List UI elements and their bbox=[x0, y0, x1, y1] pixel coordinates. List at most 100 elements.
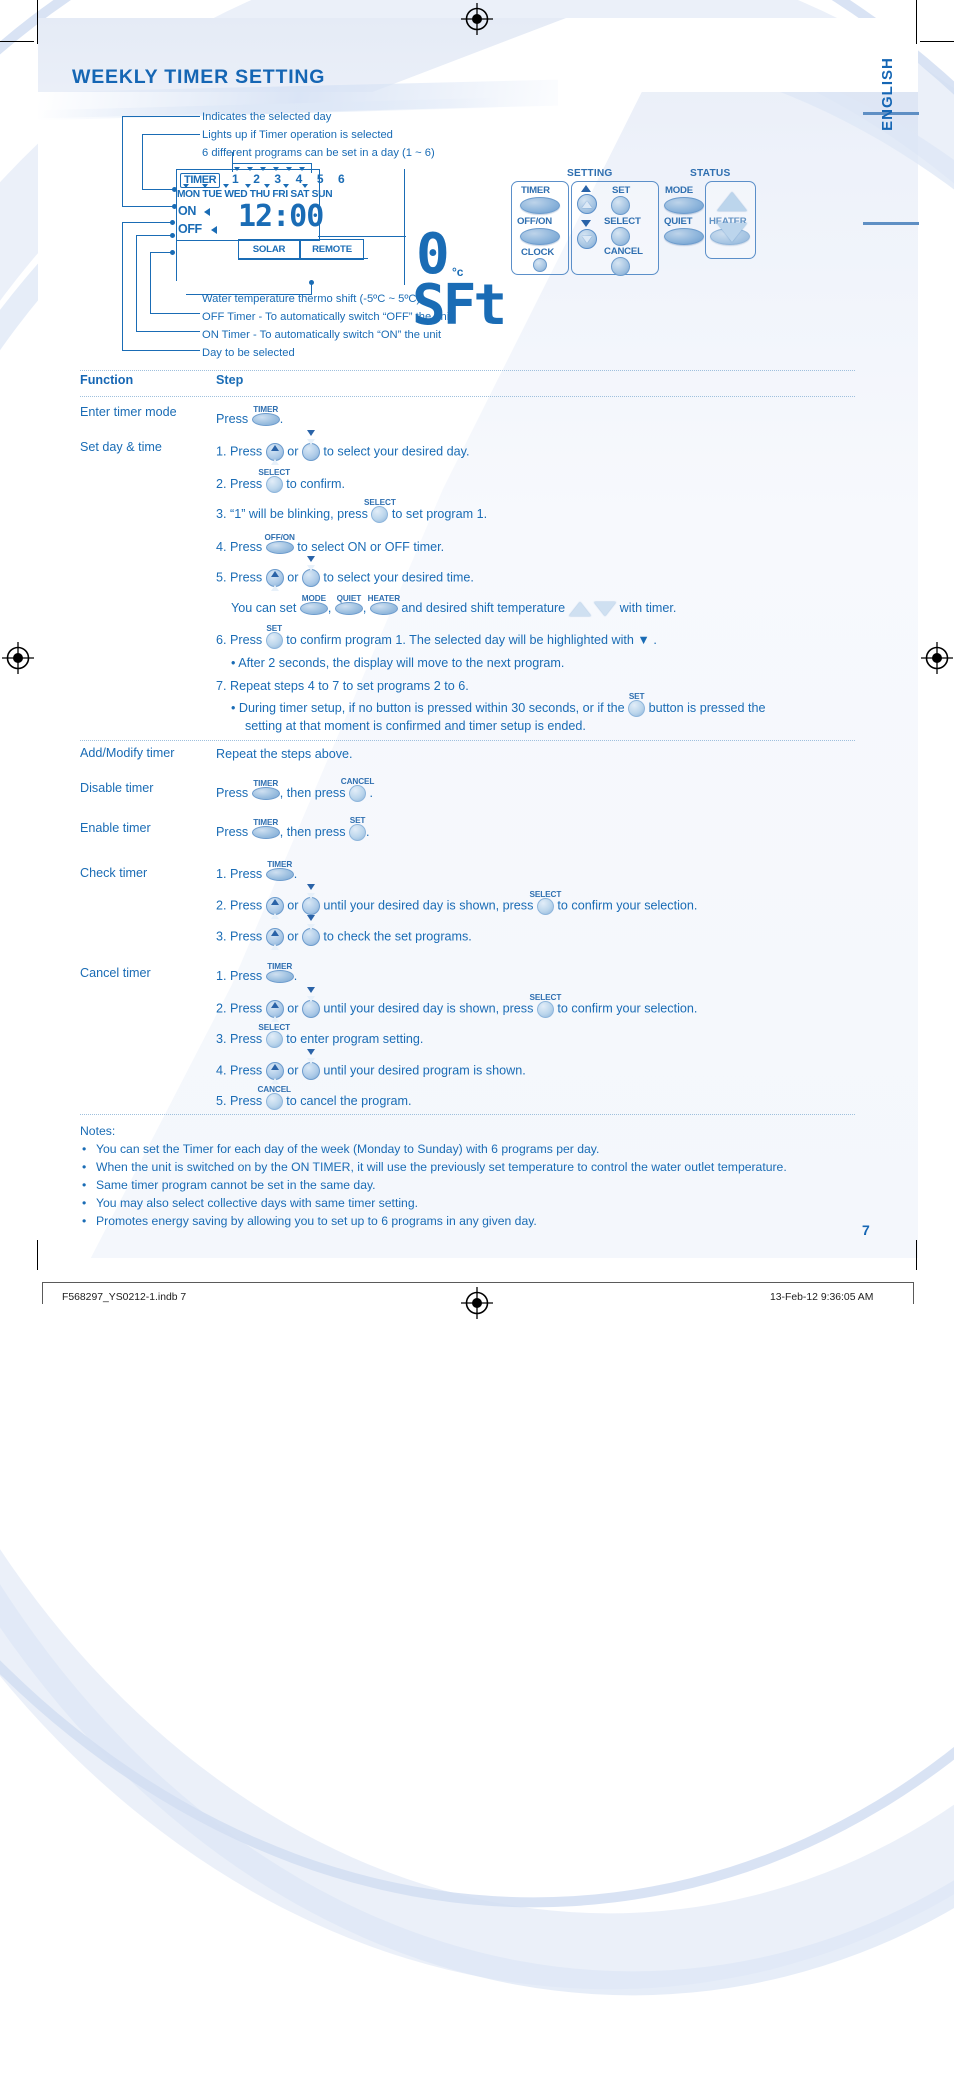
step-text: 7. Repeat steps 4 to 7 to set programs 2… bbox=[216, 679, 469, 693]
down-arrow-icon[interactable] bbox=[301, 987, 320, 1018]
leader-line bbox=[122, 116, 200, 118]
mode-oval-icon[interactable]: MODE bbox=[299, 594, 328, 616]
down-indicator-caption bbox=[306, 884, 315, 903]
down-indicator-caption bbox=[306, 987, 315, 1006]
clock-button-label: CLOCK bbox=[521, 247, 555, 258]
timer-oval-icon[interactable]: TIMER bbox=[251, 779, 280, 801]
quiet-oval-icon[interactable]: QUIET bbox=[334, 594, 363, 616]
leader-line bbox=[142, 134, 200, 136]
set-round-icon[interactable]: SET bbox=[349, 816, 367, 842]
quiet-button[interactable] bbox=[664, 228, 704, 245]
timer-oval-icon[interactable]: TIMER bbox=[251, 405, 280, 427]
up-indicator-caption bbox=[270, 990, 279, 1008]
note-text: You can set the Timer for each day of th… bbox=[96, 1142, 600, 1156]
down-arrow-icon[interactable] bbox=[301, 556, 320, 587]
select-round-icon[interactable]: SELECT bbox=[530, 993, 561, 1018]
up-arrow-icon[interactable] bbox=[265, 921, 284, 950]
status-up-arrow[interactable] bbox=[717, 192, 747, 211]
timer-icon-caption: TIMER bbox=[267, 860, 293, 870]
program-tick-icon bbox=[286, 167, 292, 171]
clock-button[interactable] bbox=[533, 258, 547, 272]
down-arrow-icon[interactable] bbox=[301, 430, 320, 461]
up-arrow-button[interactable] bbox=[577, 194, 597, 214]
shift-up-arrow-icon[interactable] bbox=[568, 601, 591, 616]
leader-line bbox=[122, 206, 174, 208]
down-indicator-caption bbox=[306, 556, 315, 575]
select-round-icon[interactable]: SELECT bbox=[258, 468, 290, 494]
down-arrow-icon[interactable] bbox=[301, 884, 320, 915]
offon-oval-icon[interactable]: OFF/ON bbox=[265, 533, 295, 555]
select-round-icon[interactable]: SELECT bbox=[258, 1023, 290, 1049]
cancel-round-icon[interactable]: CANCEL bbox=[341, 777, 374, 803]
offon-icon-caption: OFF/ON bbox=[264, 533, 295, 543]
mode-button[interactable] bbox=[664, 197, 704, 214]
table-rule-bottom bbox=[80, 1114, 855, 1115]
down-arrow-icon[interactable] bbox=[301, 915, 320, 946]
up-arrow-icon[interactable] bbox=[265, 993, 284, 1022]
step-line: 5. Press CANCEL to cancel the program. bbox=[216, 1085, 412, 1111]
cancel-button-label: CANCEL bbox=[604, 246, 643, 257]
offon-button[interactable] bbox=[520, 228, 560, 245]
footer-tick-right bbox=[913, 1282, 914, 1304]
select-round-icon[interactable]: SELECT bbox=[530, 890, 561, 915]
cancel-round-icon[interactable]: CANCEL bbox=[257, 1085, 291, 1111]
program-tick-icon bbox=[234, 167, 240, 171]
language-tab-rule-bottom bbox=[863, 222, 919, 225]
select-round-icon[interactable]: SELECT bbox=[364, 498, 396, 524]
table-rule-header bbox=[80, 396, 855, 397]
cancel-button[interactable] bbox=[611, 257, 630, 276]
step-text: 2. Press bbox=[216, 898, 266, 913]
set-icon-caption: SET bbox=[349, 816, 366, 826]
select-button[interactable] bbox=[611, 227, 630, 246]
bullet-icon: • bbox=[82, 1196, 87, 1210]
remote-setting-header: SETTING bbox=[567, 168, 613, 179]
up-arrow-icon[interactable] bbox=[265, 890, 284, 919]
row-label-add-modify-timer: Add/Modify timer bbox=[80, 746, 175, 760]
up-indicator-caption bbox=[270, 887, 279, 905]
select-icon-caption: SELECT bbox=[258, 468, 291, 478]
program-tick-icon bbox=[299, 167, 305, 171]
up-arrow-icon[interactable] bbox=[265, 1055, 284, 1084]
step-line: 4. Press or until your desired program i… bbox=[216, 1049, 526, 1084]
leader-line bbox=[122, 116, 124, 207]
notes-title: Notes: bbox=[80, 1124, 116, 1138]
down-indicator-caption bbox=[306, 1049, 315, 1068]
lcd-clock-value: 12:00 bbox=[238, 199, 324, 234]
set-round-icon[interactable]: SET bbox=[265, 624, 283, 650]
down-arrow-button[interactable] bbox=[577, 229, 597, 249]
heater-oval-icon[interactable]: HEATER bbox=[368, 594, 400, 616]
status-down-arrow[interactable] bbox=[717, 223, 747, 242]
step-text: 4. Press bbox=[216, 540, 266, 554]
up-arrow-icon[interactable] bbox=[265, 562, 284, 591]
step-line: 4. Press OFF/ON to select ON or OFF time… bbox=[216, 533, 444, 555]
step-text: . bbox=[293, 867, 298, 881]
timer-oval-icon[interactable]: TIMER bbox=[265, 962, 294, 984]
up-arrow-icon[interactable] bbox=[265, 436, 284, 465]
bullet-icon: • bbox=[82, 1160, 87, 1174]
step-text: , bbox=[327, 601, 335, 615]
step-text: 1. Press bbox=[216, 444, 266, 459]
set-button[interactable] bbox=[611, 196, 630, 215]
timer-button[interactable] bbox=[520, 197, 560, 214]
step-line: Repeat the steps above. bbox=[216, 746, 353, 762]
set-button-label: SET bbox=[612, 185, 631, 196]
crop-mark-br-v bbox=[916, 1240, 917, 1270]
note-item: • When the unit is switched on by the ON … bbox=[80, 1158, 870, 1176]
step-text: or bbox=[283, 898, 302, 913]
set-round-icon[interactable]: SET bbox=[628, 692, 646, 718]
shift-down-arrow-icon[interactable] bbox=[594, 601, 617, 616]
select-button-label: SELECT bbox=[604, 216, 641, 227]
footer-tick-left bbox=[42, 1282, 43, 1304]
step-line: 5. Press or to select your desired time. bbox=[216, 556, 474, 591]
cancel-icon-caption: CANCEL bbox=[257, 1085, 291, 1095]
select-icon-caption: SELECT bbox=[258, 1023, 291, 1033]
timer-oval-icon[interactable]: TIMER bbox=[251, 818, 280, 840]
down-arrow-icon[interactable] bbox=[301, 1049, 320, 1080]
step-text: or bbox=[283, 1063, 302, 1078]
bullet-icon: • bbox=[82, 1214, 87, 1228]
step-text: until your desired day is shown, press bbox=[319, 1001, 537, 1016]
leader-line bbox=[136, 331, 200, 333]
timer-oval-icon[interactable]: TIMER bbox=[265, 860, 294, 882]
note-text: Same timer program cannot be set in the … bbox=[96, 1178, 376, 1192]
lcd-display-diagram: Indicates the selected day Lights up if … bbox=[120, 105, 520, 360]
